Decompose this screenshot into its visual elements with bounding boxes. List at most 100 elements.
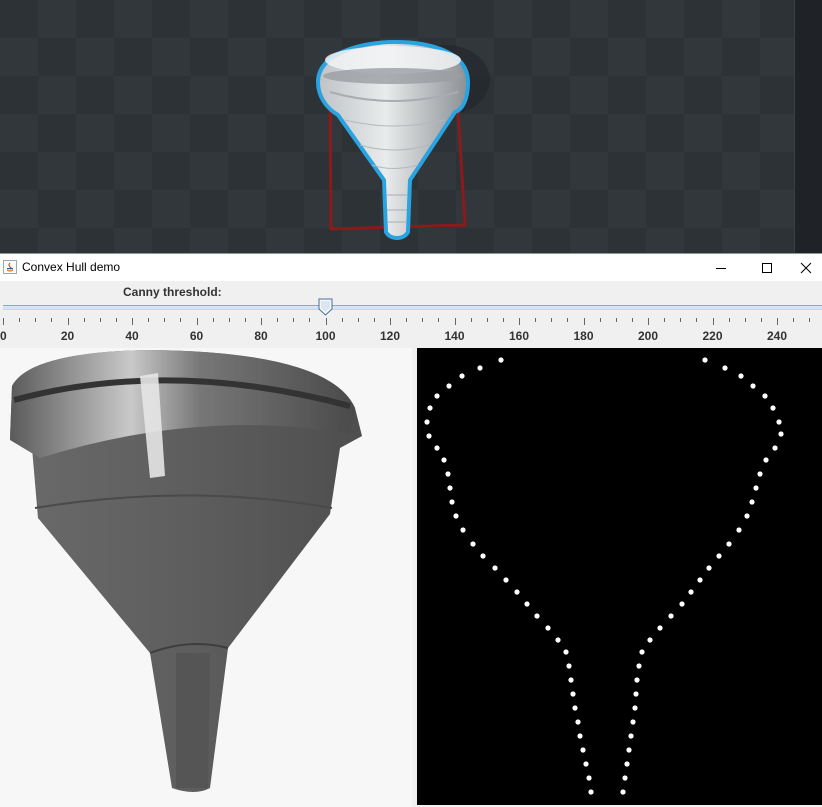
hull-point [750,383,756,389]
hull-point [524,601,530,607]
hull-point [753,485,759,491]
hull-point [633,691,639,697]
hull-point [583,761,589,767]
slider-tick [438,318,440,322]
hull-point [434,393,440,399]
slider-tick-label: 40 [125,329,139,343]
hull-point [446,383,452,389]
title-bar[interactable]: Convex Hull demo [0,254,822,281]
hull-point [657,625,663,631]
slider-tick [760,318,762,322]
close-icon [800,262,812,273]
slider-tick [486,318,488,322]
slider-tick-label: 60 [189,329,204,343]
hull-point [492,565,498,571]
slider-tick-label: 140 [444,329,465,343]
hull-point [770,405,776,411]
hull-point [460,527,466,533]
slider-tick [454,318,456,325]
slider-tick [615,318,617,322]
hull-point [776,419,782,425]
slider-tick [67,318,69,325]
slider-tick [115,318,117,322]
slider-tick [406,318,408,322]
slider-tick [244,318,246,322]
hull-point [424,419,430,425]
hull-point [778,431,784,437]
hull-point [749,499,755,505]
slider-ticks [0,318,822,328]
slider-tick-label: 100 [315,329,336,343]
slider-label: Canny threshold: [123,285,222,299]
hull-point [688,589,694,595]
slider-tick [519,318,520,325]
slider-tick [551,318,553,322]
canny-threshold-slider-thumb[interactable] [318,298,333,316]
hull-point [706,565,712,571]
hull-point [726,541,732,547]
window-title: Convex Hull demo [22,260,121,274]
slider-tick [680,318,682,322]
3d-viewport[interactable] [0,0,822,253]
hull-point [622,775,628,781]
slider-tick [261,318,262,325]
hull-point [575,719,581,725]
slider-tick [712,318,714,325]
hull-point [636,663,642,669]
hull-point [736,527,742,533]
convex-hull-points [424,357,784,795]
hull-point [762,393,768,399]
slider-tick [696,318,698,322]
hull-point [545,625,551,631]
slider-tick [599,318,601,322]
maximize-icon [762,262,772,273]
minimize-button[interactable] [698,254,744,281]
slider-tick [228,318,230,322]
close-button[interactable] [790,254,822,281]
hull-point [580,747,586,753]
slider-tick [390,318,391,325]
hull-point [555,637,561,643]
minimize-icon [716,267,726,269]
hull-point [586,775,592,781]
hull-point [570,691,576,697]
hull-point [647,637,653,643]
slider-tick [212,318,214,322]
slider-tick [648,318,649,325]
slider-tick-label: 0 [0,329,7,343]
hull-point [498,357,504,363]
hull-point [630,719,636,725]
canny-threshold-slider-track[interactable] [3,305,822,310]
hull-point [772,445,778,451]
hull-point [588,789,594,795]
slider-tick [196,318,198,325]
hull-point [697,577,703,583]
slider-tick [51,318,53,322]
hull-point [624,761,630,767]
hull-point [628,733,634,739]
maximize-button[interactable] [744,254,790,281]
slider-tick [809,318,811,322]
funnel-photo [10,350,362,792]
slider-tick [309,318,311,322]
hull-point [503,577,509,583]
hull-point [620,789,626,795]
slider-tick [664,318,666,322]
slider-tick [180,318,182,322]
hull-point [426,433,432,439]
hull-point [716,553,722,559]
java-app-icon [3,260,17,274]
funnel-3d-model [315,39,490,240]
convex-hull-panel [417,348,822,805]
slider-tick [373,318,375,322]
slider-tick-label: 220 [702,329,723,343]
hull-point [722,365,728,371]
hull-point [534,613,540,619]
hull-point [763,457,769,463]
slider-tick-label: 180 [573,329,594,343]
hull-point [427,405,433,411]
hull-point [470,541,476,547]
slider-tick [3,318,4,325]
slider-tick [728,318,730,322]
slider-tick [132,318,133,325]
